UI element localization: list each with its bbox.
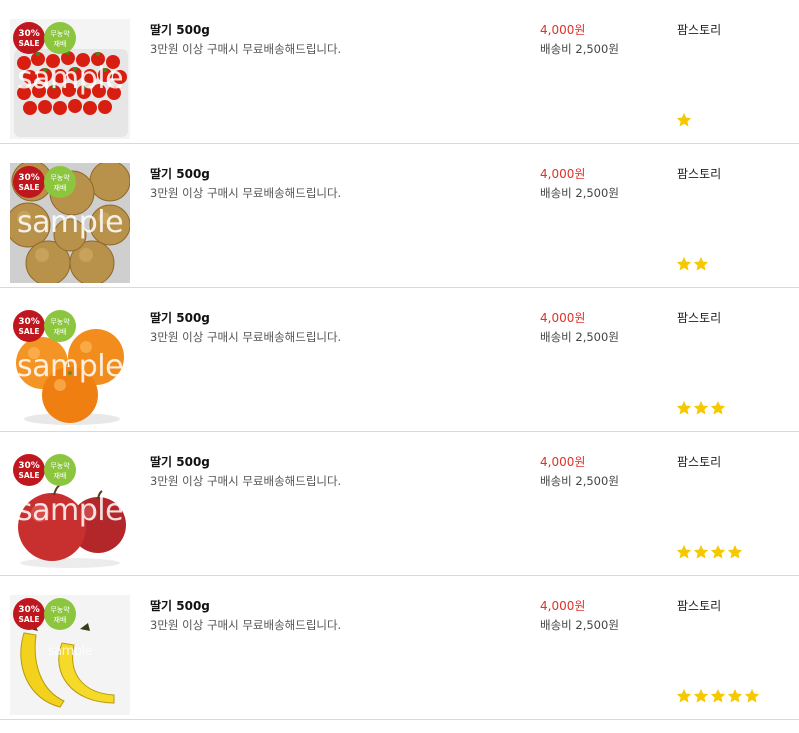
svg-text:재배: 재배 xyxy=(54,327,67,336)
svg-text:30%: 30% xyxy=(18,173,40,183)
svg-text:SALE: SALE xyxy=(18,39,39,48)
product-thumbnail[interactable]: sample 30% SALE 무농약 재배 xyxy=(10,595,130,715)
seller-name[interactable]: 팜스토리 xyxy=(677,309,721,326)
star-icon xyxy=(676,257,692,271)
rating-stars xyxy=(676,688,760,706)
product-thumbnail[interactable]: sample 30% SALE 무농약 재배 xyxy=(10,163,130,283)
eco-badge-icon: 무농약 재배 xyxy=(44,598,76,630)
product-description: 3만원 이상 구매시 무료배송해드립니다. xyxy=(150,618,342,632)
watermark-text: sample xyxy=(47,644,93,659)
star-icon xyxy=(727,545,743,559)
watermark-text: sample xyxy=(16,205,124,240)
star-icon xyxy=(693,545,709,559)
product-row[interactable]: sample 30% SALE 무농약 재배 딸기 500g 3만원 이상 구매… xyxy=(0,576,799,720)
star-icon xyxy=(676,545,692,559)
sale-badge-icon: 30% SALE xyxy=(13,454,45,486)
seller-name[interactable]: 팜스토리 xyxy=(677,453,721,470)
shipping-fee: 배송비 2,500원 xyxy=(540,330,619,344)
star-icon xyxy=(676,401,692,415)
product-thumbnail[interactable]: sample 30% SALE 무농약 재배 xyxy=(10,307,130,427)
product-list: sample 30% SALE 무농약 재배 딸기 500g 3만원 이상 구매… xyxy=(0,0,799,720)
svg-text:무농약: 무농약 xyxy=(50,461,70,470)
eco-badge-icon: 무농약 재배 xyxy=(44,310,76,342)
sale-badge-icon: 30% SALE xyxy=(13,22,45,54)
product-name[interactable]: 딸기 500g xyxy=(150,21,210,38)
sale-badge-icon: 30% SALE xyxy=(13,166,45,198)
product-name[interactable]: 딸기 500g xyxy=(150,165,210,182)
product-price: 4,000원 xyxy=(540,311,586,325)
product-name[interactable]: 딸기 500g xyxy=(150,309,210,326)
product-row[interactable]: sample 30% SALE 무농약 재배 딸기 500g 3만원 이상 구매… xyxy=(0,288,799,432)
watermark-text: sample xyxy=(16,349,124,384)
product-price: 4,000원 xyxy=(540,455,586,469)
rating-stars xyxy=(676,400,726,418)
product-description: 3만원 이상 구매시 무료배송해드립니다. xyxy=(150,474,342,488)
svg-text:SALE: SALE xyxy=(18,471,39,480)
svg-text:SALE: SALE xyxy=(18,327,39,336)
svg-text:30%: 30% xyxy=(18,605,40,615)
svg-text:SALE: SALE xyxy=(18,615,39,624)
svg-text:무농약: 무농약 xyxy=(50,173,70,182)
product-name[interactable]: 딸기 500g xyxy=(150,453,210,470)
star-icon xyxy=(744,689,760,703)
star-icon xyxy=(710,401,726,415)
product-name[interactable]: 딸기 500g xyxy=(150,597,210,614)
eco-badge-icon: 무농약 재배 xyxy=(44,454,76,486)
star-icon xyxy=(693,401,709,415)
watermark-text: sample xyxy=(16,493,124,528)
star-icon xyxy=(727,689,743,703)
rating-stars xyxy=(676,256,709,274)
star-icon xyxy=(710,689,726,703)
product-description: 3만원 이상 구매시 무료배송해드립니다. xyxy=(150,42,342,56)
rating-stars xyxy=(676,112,692,130)
watermark-text: sample xyxy=(16,61,124,96)
seller-name[interactable]: 팜스토리 xyxy=(677,597,721,614)
svg-text:무농약: 무농약 xyxy=(50,29,70,38)
star-icon xyxy=(693,257,709,271)
svg-text:무농약: 무농약 xyxy=(50,317,70,326)
svg-text:재배: 재배 xyxy=(54,615,67,624)
product-thumbnail[interactable]: sample 30% SALE 무농약 재배 xyxy=(10,19,130,139)
sale-badge-icon: 30% SALE xyxy=(13,310,45,342)
star-icon xyxy=(693,689,709,703)
eco-badge-icon: 무농약 재배 xyxy=(44,22,76,54)
product-thumbnail[interactable]: sample 30% SALE 무농약 재배 xyxy=(10,451,130,571)
shipping-fee: 배송비 2,500원 xyxy=(540,474,619,488)
star-icon xyxy=(676,689,692,703)
seller-name[interactable]: 팜스토리 xyxy=(677,165,721,182)
svg-text:30%: 30% xyxy=(18,461,40,471)
svg-text:30%: 30% xyxy=(18,29,40,39)
seller-name[interactable]: 팜스토리 xyxy=(677,21,721,38)
product-price: 4,000원 xyxy=(540,23,586,37)
product-row[interactable]: sample 30% SALE 무농약 재배 딸기 500g 3만원 이상 구매… xyxy=(0,0,799,144)
eco-badge-icon: 무농약 재배 xyxy=(44,166,76,198)
product-description: 3만원 이상 구매시 무료배송해드립니다. xyxy=(150,330,342,344)
rating-stars xyxy=(676,544,743,562)
product-description: 3만원 이상 구매시 무료배송해드립니다. xyxy=(150,186,342,200)
product-price: 4,000원 xyxy=(540,167,586,181)
svg-text:30%: 30% xyxy=(18,317,40,327)
svg-text:재배: 재배 xyxy=(54,471,67,480)
product-price: 4,000원 xyxy=(540,599,586,613)
product-row[interactable]: sample 30% SALE 무농약 재배 딸기 500g 3만원 이상 구매… xyxy=(0,432,799,576)
star-icon xyxy=(710,545,726,559)
sale-badge-icon: 30% SALE xyxy=(13,598,45,630)
shipping-fee: 배송비 2,500원 xyxy=(540,618,619,632)
product-row[interactable]: sample 30% SALE 무농약 재배 딸기 500g 3만원 이상 구매… xyxy=(0,144,799,288)
star-icon xyxy=(676,113,692,127)
shipping-fee: 배송비 2,500원 xyxy=(540,186,619,200)
svg-text:무농약: 무농약 xyxy=(50,605,70,614)
svg-text:재배: 재배 xyxy=(54,183,67,192)
svg-text:SALE: SALE xyxy=(18,183,39,192)
shipping-fee: 배송비 2,500원 xyxy=(540,42,619,56)
svg-text:재배: 재배 xyxy=(54,39,67,48)
